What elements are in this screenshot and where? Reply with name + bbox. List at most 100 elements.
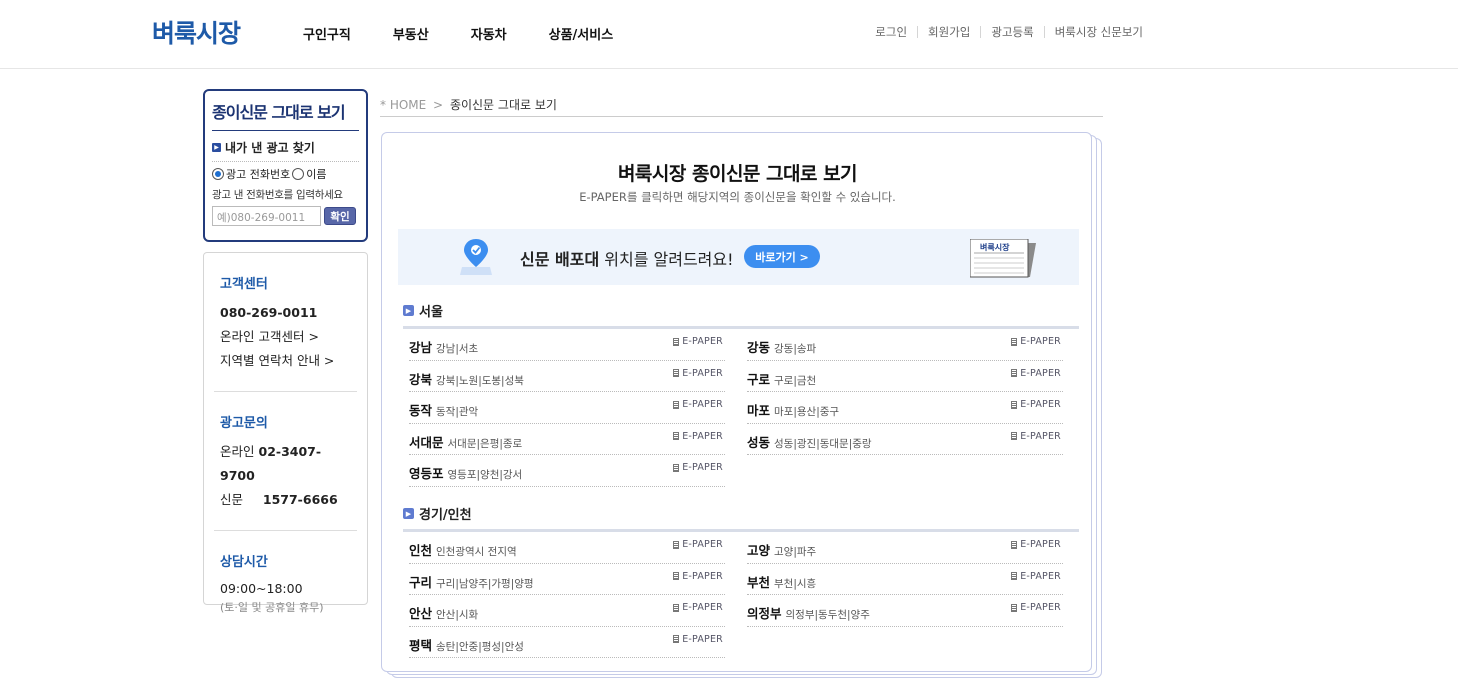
distribution-stand-banner[interactable]: 신문 배포대 위치를 알려드려요! 바로가기 > 벼룩시장 — [398, 229, 1079, 285]
region-column-left: 인천 인천광역시 전지역 E-PAPER 구리 구리|남양주|가평|양평 E-PAPER 안… — [403, 532, 741, 658]
document-icon — [1011, 540, 1018, 549]
paper-box-title: 종이신문 그대로 보기 — [212, 99, 359, 131]
document-icon — [1011, 572, 1018, 580]
area-name: 영등포 영등포|양천|강서 — [409, 463, 522, 482]
hours-time: 09:00~18:00 — [220, 581, 303, 596]
view-newspaper-link[interactable]: 벼룩시장 신문보기 — [1043, 26, 1153, 38]
list-item[interactable]: 강북 강북|노원|도봉|성북 E-PAPER — [409, 361, 725, 392]
arrow-square-icon: ▶ — [403, 508, 414, 519]
document-icon — [1011, 603, 1018, 612]
left-sidebar: 종이신문 그대로 보기 ▶ 내가 낸 광고 찾기 광고 전화번호 이름 광고 낸… — [203, 89, 368, 614]
regional-contacts-link[interactable]: 지역별 연락처 안내 > — [220, 349, 351, 373]
epaper-label: E-PAPER — [682, 462, 723, 473]
list-item[interactable]: 강남 강남|서초 E-PAPER — [409, 329, 725, 361]
banner-text: 신문 배포대 위치를 알려드려요! — [520, 246, 734, 270]
epaper-link[interactable]: E-PAPER — [673, 462, 723, 473]
epaper-link[interactable]: E-PAPER — [673, 336, 723, 347]
area-name-text: 강남 — [409, 340, 433, 355]
area-name-text: 의정부 — [747, 606, 782, 621]
list-item[interactable]: 서대문 서대문|은평|종로 E-PAPER — [409, 424, 725, 455]
confirm-button[interactable]: 확인 — [324, 207, 356, 225]
hours-note: (토·일 및 공휴일 휴무) — [220, 601, 324, 614]
nav-goods-services[interactable]: 상품/서비스 — [549, 24, 614, 43]
region-section: ▶ 경기/인천인천 인천광역시 전지역 E-PAPER 구리 구리|남양주|가평|양평 E-… — [403, 504, 1079, 658]
document-icon — [673, 540, 680, 549]
region-column-right: 강동 강동|송파 E-PAPER 구로 구로|금천 E-PAPER 마포 마포|용산|중구 E-… — [741, 329, 1079, 487]
epaper-link[interactable]: E-PAPER — [673, 634, 723, 645]
epaper-label: E-PAPER — [1020, 602, 1061, 613]
online-customer-center-link[interactable]: 온라인 고객센터 > — [220, 325, 351, 349]
arrow-square-icon: ▶ — [212, 143, 221, 152]
epaper-link[interactable]: E-PAPER — [1011, 602, 1061, 613]
paper-inquiry-label: 신문 — [220, 492, 244, 507]
epaper-link[interactable]: E-PAPER — [1011, 571, 1061, 582]
list-item[interactable]: 강동 강동|송파 E-PAPER — [747, 329, 1063, 361]
area-name-text: 안산 — [409, 606, 433, 621]
epaper-link[interactable]: E-PAPER — [1011, 539, 1061, 550]
list-item[interactable]: 고양 고양|파주 E-PAPER — [747, 532, 1063, 564]
search-type-radios: 광고 전화번호 이름 — [212, 166, 359, 182]
list-item[interactable]: 영등포 영등포|양천|강서 E-PAPER — [409, 455, 725, 487]
epaper-link[interactable]: E-PAPER — [1011, 399, 1061, 410]
list-item[interactable]: 마포 마포|용산|중구 E-PAPER — [747, 392, 1063, 424]
sub-areas: 영등포|양천|강서 — [447, 469, 523, 481]
hours-section: 상담시간 09:00~18:00 (토·일 및 공휴일 휴무) — [214, 531, 357, 635]
document-icon — [1011, 400, 1018, 409]
util-links: 로그인 회원가입 광고등록 벼룩시장 신문보기 — [865, 26, 1153, 38]
hours-title: 상담시간 — [220, 555, 268, 570]
banner-bold-text: 신문 배포대 — [520, 250, 600, 269]
nav-jobs[interactable]: 구인구직 — [303, 24, 351, 43]
breadcrumb-home[interactable]: * HOME — [380, 98, 426, 112]
list-item[interactable]: 인천 인천광역시 전지역 E-PAPER — [409, 532, 725, 564]
epaper-link[interactable]: E-PAPER — [673, 368, 723, 379]
radio-phone[interactable] — [212, 168, 224, 180]
online-inquiry-line: 온라인 02-3407-9700 — [220, 440, 351, 488]
sub-areas: 송탄|안중|평성|안성 — [436, 640, 524, 653]
customer-info-box: 고객센터 080-269-0011 온라인 고객센터 > 지역별 연락처 안내 … — [203, 252, 368, 614]
nav-real-estate[interactable]: 부동산 — [393, 24, 429, 43]
find-my-ad-heading: ▶ 내가 낸 광고 찾기 — [212, 139, 359, 162]
sub-areas: 강동|송파 — [774, 343, 817, 355]
site-logo[interactable]: 벼룩시장 — [152, 14, 241, 50]
go-button[interactable]: 바로가기 > — [744, 245, 820, 268]
online-inquiry-label: 온라인 — [220, 444, 255, 459]
list-item[interactable]: 동작 동작|관악 E-PAPER — [409, 392, 725, 424]
radio-name[interactable] — [292, 168, 305, 180]
epaper-label: E-PAPER — [1020, 399, 1061, 410]
list-item[interactable]: 의정부 의정부|동두천|양주 E-PAPER — [747, 595, 1063, 627]
sub-areas: 동작|관악 — [436, 406, 479, 418]
list-item[interactable]: 성동 성동|광진|동대문|중랑 E-PAPER — [747, 424, 1063, 455]
list-item[interactable]: 부천 부천|시흥 E-PAPER — [747, 564, 1063, 595]
area-name: 강남 강남|서초 — [409, 337, 478, 356]
nav-cars[interactable]: 자동차 — [471, 24, 507, 43]
list-item[interactable]: 안산 안산|시화 E-PAPER — [409, 595, 725, 627]
epaper-link[interactable]: E-PAPER — [673, 571, 723, 582]
post-ad-link[interactable]: 광고등록 — [980, 26, 1043, 38]
newspaper-icon-label: 벼룩시장 — [980, 243, 1010, 252]
epaper-card-stack: 벼룩시장 종이신문 그대로 보기 E-PAPER를 클릭하면 해당지역의 종이신… — [381, 132, 1102, 678]
epaper-link[interactable]: E-PAPER — [1011, 336, 1061, 347]
list-item[interactable]: 구리 구리|남양주|가평|양평 E-PAPER — [409, 564, 725, 595]
banner-rest-text: 위치를 알려드려요! — [599, 250, 734, 269]
breadcrumb-current: 종이신문 그대로 보기 — [449, 98, 557, 112]
epaper-label: E-PAPER — [682, 367, 723, 379]
list-item[interactable]: 구로 구로|금천 E-PAPER — [747, 361, 1063, 392]
epaper-label: E-PAPER — [682, 399, 723, 410]
list-item[interactable]: 평택 송탄|안중|평성|안성 E-PAPER — [409, 627, 725, 658]
epaper-link[interactable]: E-PAPER — [673, 399, 723, 410]
epaper-label: E-PAPER — [682, 336, 723, 347]
epaper-link[interactable]: E-PAPER — [673, 602, 723, 613]
customer-center-title: 고객센터 — [220, 277, 268, 292]
region-column-right: 고양 고양|파주 E-PAPER 부천 부천|시흥 E-PAPER 의정부 의정부|동두천|양… — [741, 532, 1079, 658]
phone-input[interactable]: 예)080-269-0011 — [212, 206, 321, 226]
area-name: 고양 고양|파주 — [747, 540, 816, 559]
login-link[interactable]: 로그인 — [865, 26, 917, 38]
epaper-link[interactable]: E-PAPER — [673, 431, 723, 442]
epaper-link[interactable]: E-PAPER — [1011, 431, 1061, 442]
ad-inquiry-section: 광고문의 온라인 02-3407-9700 신문 1577-6666 — [214, 392, 357, 531]
signup-link[interactable]: 회원가입 — [917, 26, 980, 38]
epaper-link[interactable]: E-PAPER — [1011, 368, 1061, 379]
document-icon — [673, 635, 680, 643]
epaper-link[interactable]: E-PAPER — [673, 539, 723, 550]
region-title: 경기/인천 — [419, 508, 472, 523]
